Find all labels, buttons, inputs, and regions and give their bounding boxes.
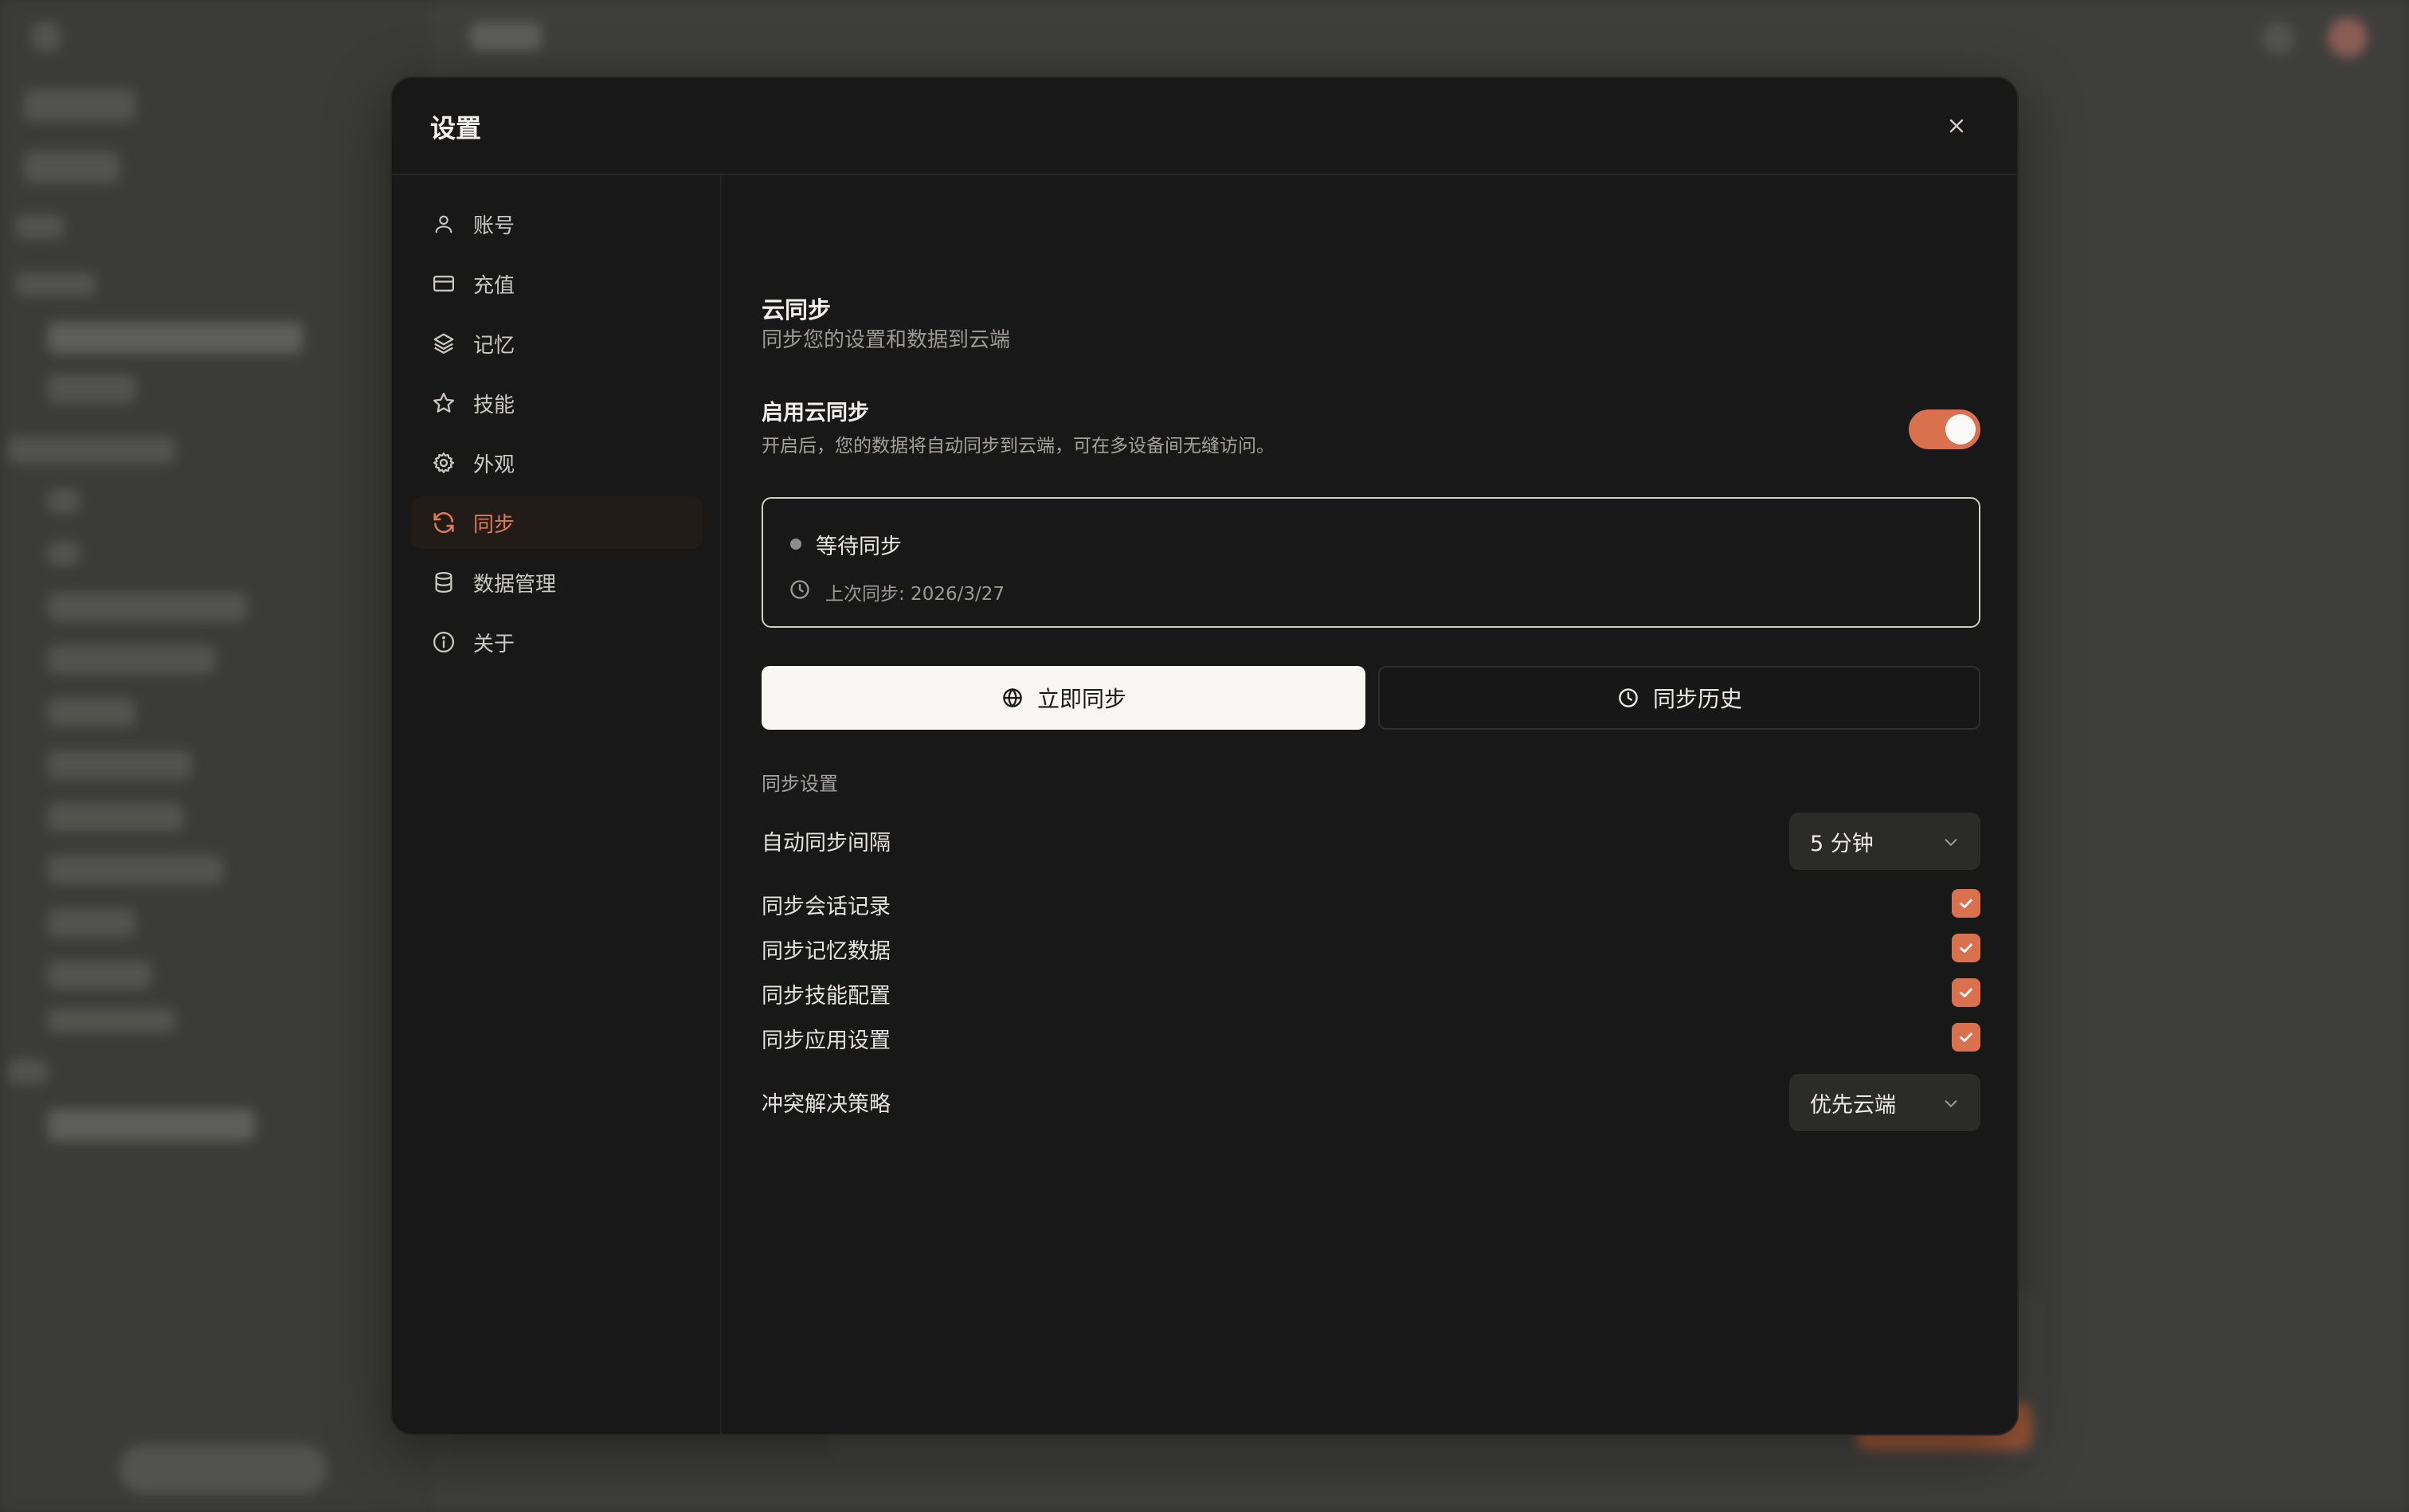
section-title: 云同步: [762, 296, 832, 323]
sync-status-card: 等待同步 上次同步: 2026/3/27: [762, 497, 1980, 628]
enable-sync-toggle[interactable]: [1909, 409, 1980, 449]
nav-item-label: 关于: [473, 632, 515, 656]
info-icon: [430, 629, 457, 656]
checkmark-icon: [1960, 943, 1972, 953]
user-icon: [430, 210, 457, 237]
last-sync-text: 上次同步: 2026/3/27: [825, 584, 1005, 605]
nav-item-label: 数据管理: [473, 572, 557, 597]
nav-item-recharge[interactable]: 充值: [411, 257, 703, 310]
conflict-select[interactable]: 优先云端: [1789, 1074, 1980, 1131]
enable-sync-description: 开启后，您的数据将自动同步到云端，可在多设备间无缝访问。: [762, 436, 1275, 456]
sync-now-button[interactable]: 立即同步: [762, 666, 1365, 730]
checkmark-icon: [1960, 1032, 1972, 1042]
checkmark-icon: [1960, 988, 1972, 997]
refresh-icon: [430, 509, 457, 536]
gear-icon: [430, 449, 457, 476]
option-checkbox-sessions[interactable]: [1952, 889, 1980, 918]
nav-item-label: 同步: [473, 512, 515, 537]
option-checkbox-app-settings[interactable]: [1952, 1023, 1980, 1052]
star-icon: [430, 390, 457, 417]
conflict-value: 优先云端: [1810, 1092, 1896, 1118]
nav-item-sync[interactable]: 同步: [411, 496, 703, 549]
chevron-down-icon: [1945, 839, 1957, 846]
nav-item-about[interactable]: 关于: [411, 616, 703, 668]
layers-icon: [430, 330, 457, 357]
option-label-sessions: 同步会话记录: [762, 895, 891, 919]
interval-label: 自动同步间隔: [762, 831, 891, 856]
nav-item-skills[interactable]: 技能: [411, 377, 703, 429]
option-label-skills: 同步技能配置: [762, 984, 891, 1009]
sync-history-label: 同步历史: [1652, 686, 1742, 712]
option-label-memory: 同步记忆数据: [762, 939, 891, 964]
option-checkbox-memory[interactable]: [1952, 934, 1980, 962]
settings-dialog: 设置 账号 充值 记忆 技能 外观 同步 数据管理 关于 云同步 同步您的设置和…: [390, 76, 2019, 1436]
nav-item-account[interactable]: 账号: [411, 198, 703, 250]
conflict-label: 冲突解决策略: [762, 1092, 891, 1117]
sync-settings-panel: 云同步 同步您的设置和数据到云端 启用云同步 开启后，您的数据将自动同步到云端，…: [762, 175, 1980, 1434]
enable-sync-title: 启用云同步: [762, 401, 869, 425]
globe-icon: [1001, 686, 1024, 710]
database-icon: [430, 569, 457, 596]
interval-select[interactable]: 5 分钟: [1789, 813, 1980, 870]
status-dot: [790, 539, 801, 550]
option-label-app-settings: 同步应用设置: [762, 1028, 891, 1053]
close-icon: [1949, 119, 1964, 133]
nav-item-label: 记忆: [473, 333, 515, 358]
sync-history-button[interactable]: 同步历史: [1378, 666, 1980, 730]
interval-value: 5 分钟: [1810, 831, 1874, 856]
nav-item-memory[interactable]: 记忆: [411, 317, 703, 370]
sync-status-text: 等待同步: [816, 535, 902, 559]
section-subtitle: 同步您的设置和数据到云端: [762, 328, 1011, 352]
nav-item-appearance[interactable]: 外观: [411, 437, 703, 489]
credit-card-icon: [430, 270, 457, 297]
nav-item-data-management[interactable]: 数据管理: [411, 556, 703, 609]
dialog-title: 设置: [430, 113, 482, 143]
nav-item-label: 充值: [473, 273, 515, 298]
chevron-down-icon: [1945, 1100, 1957, 1107]
close-button[interactable]: [1941, 110, 1972, 142]
sync-settings-label: 同步设置: [762, 773, 838, 795]
nav-item-label: 账号: [473, 213, 515, 238]
nav-item-label: 技能: [473, 393, 515, 417]
checkmark-icon: [1960, 899, 1972, 908]
toggle-knob: [1945, 414, 1976, 445]
settings-nav: 账号 充值 记忆 技能 外观 同步 数据管理 关于: [392, 175, 722, 1434]
nav-item-label: 外观: [473, 452, 515, 477]
option-checkbox-skills[interactable]: [1952, 978, 1980, 1007]
dialog-header: 设置: [392, 78, 2017, 175]
sync-now-label: 立即同步: [1036, 686, 1126, 712]
clock-icon: [790, 580, 809, 599]
history-clock-icon: [1616, 686, 1640, 710]
